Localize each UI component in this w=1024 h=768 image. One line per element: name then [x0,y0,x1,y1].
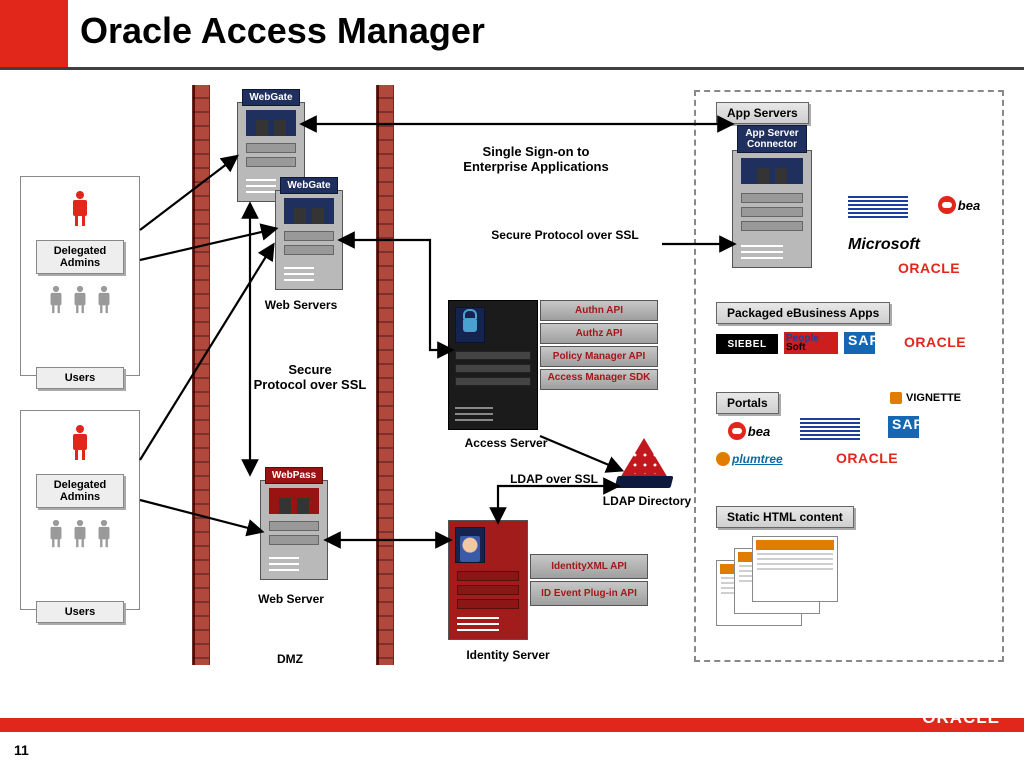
dmz-caption: DMZ [250,652,330,666]
web-server-caption: Web Server [236,592,346,606]
slide-stage: Oracle Access Manager Delegated Admins U… [0,0,1024,768]
firewall-right [376,85,394,665]
microsoft-logo: Microsoft [848,236,920,254]
sap-logo: SAP [888,416,940,438]
identity-photo-icon [455,527,485,563]
secure-protocol-caption: Secure Protocol over SSL [246,362,374,392]
identity-api-list: IdentityXML API ID Event Plug-in API [530,554,648,608]
identity-server-caption: Identity Server [448,648,568,662]
slide-number: 11 [14,742,29,758]
user-icon [97,286,111,313]
oracle-logo: ORACLE [904,334,966,350]
ldap-ssl-caption: LDAP over SSL [494,472,614,486]
user-icon [49,286,63,313]
web-servers-caption: Web Servers [246,298,356,312]
connector-tag: App Server Connector [737,125,807,153]
access-server [448,300,538,430]
webpass-tag: WebPass [265,467,323,484]
oracle-logo: ORACLE [898,260,960,276]
api-row: IdentityXML API [530,554,648,579]
users-label: Users [36,601,124,623]
secure-ssl-caption: Secure Protocol over SSL [460,228,670,242]
title-underline [0,67,1024,70]
user-icon [73,520,87,547]
identity-server [448,520,528,640]
delegated-admins-label: Delegated Admins [36,474,124,508]
api-row: Access Manager SDK [540,369,658,390]
user-group-bottom: Delegated Admins Users [20,410,140,610]
users-trio [21,516,139,551]
ldap-directory-icon [616,436,672,488]
ibm-logo [848,196,908,218]
app-servers-heading: App Servers [716,102,809,124]
webgate-server-2: WebGate [275,190,343,290]
access-api-list: Authn API Authz API Policy Manager API A… [540,300,658,392]
oracle-logo: ORACLE [836,450,898,466]
app-server-connector: App Server Connector [732,150,812,268]
users-trio [21,282,139,317]
user-icon [73,286,87,313]
bea-logo: bea [726,420,772,442]
portals-heading: Portals [716,392,779,414]
footer-bar [0,718,1024,732]
firewall-left [192,85,210,665]
sap-logo: SAP [844,332,896,354]
access-server-caption: Access Server [446,436,566,450]
delegated-admins-label: Delegated Admins [36,240,124,274]
vignette-logo: VIGNETTE [890,392,961,404]
lock-icon [455,307,485,343]
plumtree-logo: plumtree [716,452,783,466]
peoplesoft-logo: PeopleSoft [784,332,838,354]
api-row: Policy Manager API [540,346,658,367]
ldap-directory-caption: LDAP Directory [602,494,692,508]
user-group-top: Delegated Admins Users [20,176,140,376]
user-icon [97,520,111,547]
user-icon [49,520,63,547]
slide-title: Oracle Access Manager [80,10,485,52]
ibm-logo [800,418,860,440]
static-html-heading: Static HTML content [716,506,854,528]
admin-icon [71,425,89,460]
bea-logo: bea [936,194,982,216]
api-row: ID Event Plug-in API [530,581,648,606]
brand-square [0,0,68,70]
admin-icon [71,191,89,226]
footer-oracle-logo: ORACLE [922,708,1000,728]
api-row: Authn API [540,300,658,321]
sso-caption: Single Sign-on to Enterprise Application… [436,144,636,174]
webpass-server: WebPass [260,480,328,580]
users-label: Users [36,367,124,389]
siebel-logo: SIEBEL [716,334,778,354]
packaged-apps-heading: Packaged eBusiness Apps [716,302,890,324]
api-row: Authz API [540,323,658,344]
webgate-tag: WebGate [242,89,300,106]
webgate-tag: WebGate [280,177,338,194]
